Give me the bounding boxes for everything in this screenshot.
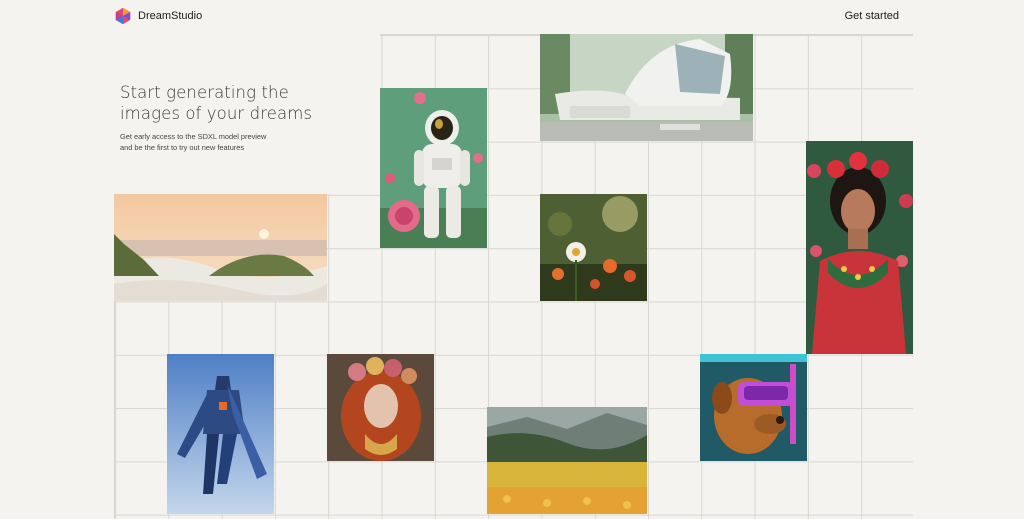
hero-title-line-2: images of your dreams [120, 104, 313, 123]
hero-title: Start generating the images of your drea… [120, 82, 380, 124]
modern-house-image [540, 34, 753, 141]
dog-vr-headset-image [700, 354, 807, 461]
hero-subtitle-line-2: and be the first to try out new features [120, 142, 245, 152]
wildflowers-bokeh-image [540, 194, 647, 301]
astronaut-in-roses-image [380, 88, 487, 248]
hero-title-line-1: Start generating the [120, 83, 289, 102]
brand-name: DreamStudio [138, 10, 203, 22]
armored-superhero-image [167, 354, 274, 514]
flower-field-valley-image [487, 407, 647, 514]
brand-logo[interactable]: DreamStudio [114, 7, 202, 25]
hero-subtitle-line-1: Get early access to the SDXL model previ… [120, 132, 267, 141]
woman-portrait-flowers-image [806, 141, 913, 354]
beach-dunes-sunset-image [114, 194, 327, 301]
hero-subtitle: Get early access to the SDXL model previ… [120, 132, 380, 153]
top-bar: DreamStudio Get started [0, 0, 1024, 34]
get-started-button[interactable]: Get started [845, 10, 899, 22]
red-hair-woman-floral-crown-image [327, 354, 434, 461]
hero-section: Start generating the images of your drea… [114, 34, 380, 194]
dreamstudio-logo-icon [115, 7, 131, 25]
